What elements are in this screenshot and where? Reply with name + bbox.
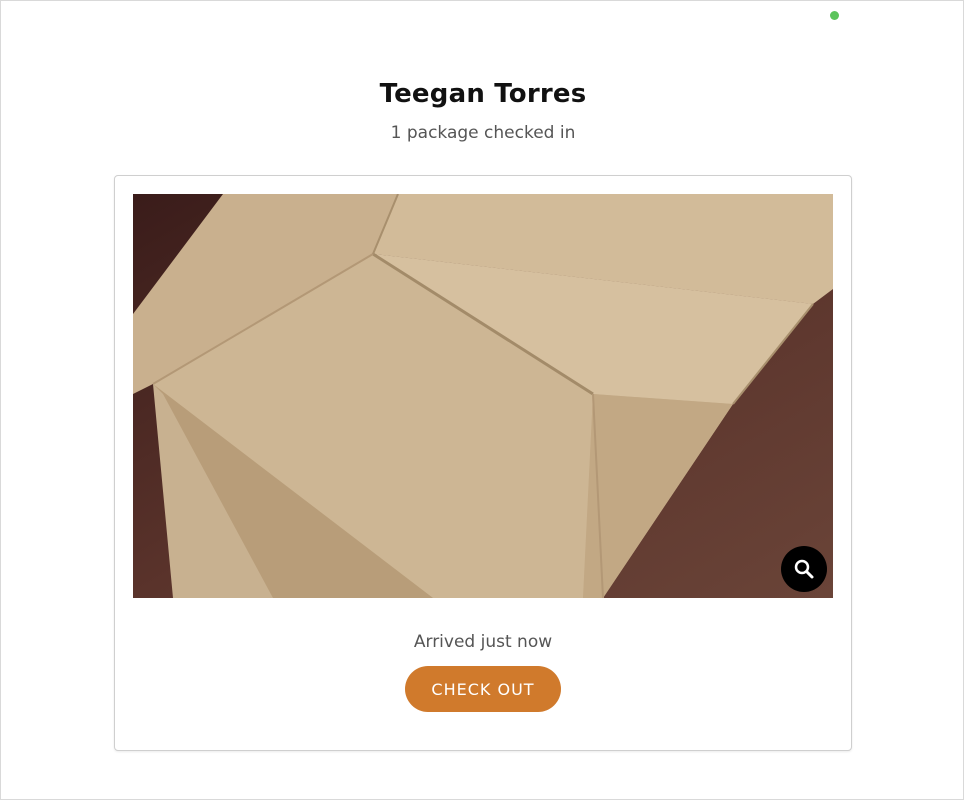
zoom-button[interactable]: [781, 546, 827, 592]
recipient-name: Teegan Torres: [379, 79, 587, 109]
check-out-button[interactable]: CHECK OUT: [405, 666, 561, 712]
package-photo[interactable]: [133, 194, 833, 598]
online-status-dot: [830, 11, 839, 20]
app-window: Teegan Torres 1 package checked in Arriv…: [0, 0, 964, 800]
package-count: 1 package checked in: [390, 123, 576, 143]
package-photo-image: [133, 194, 833, 598]
magnifier-icon: [794, 559, 814, 579]
package-card: Arrived just now CHECK OUT: [114, 175, 852, 751]
arrival-time: Arrived just now: [413, 632, 553, 652]
